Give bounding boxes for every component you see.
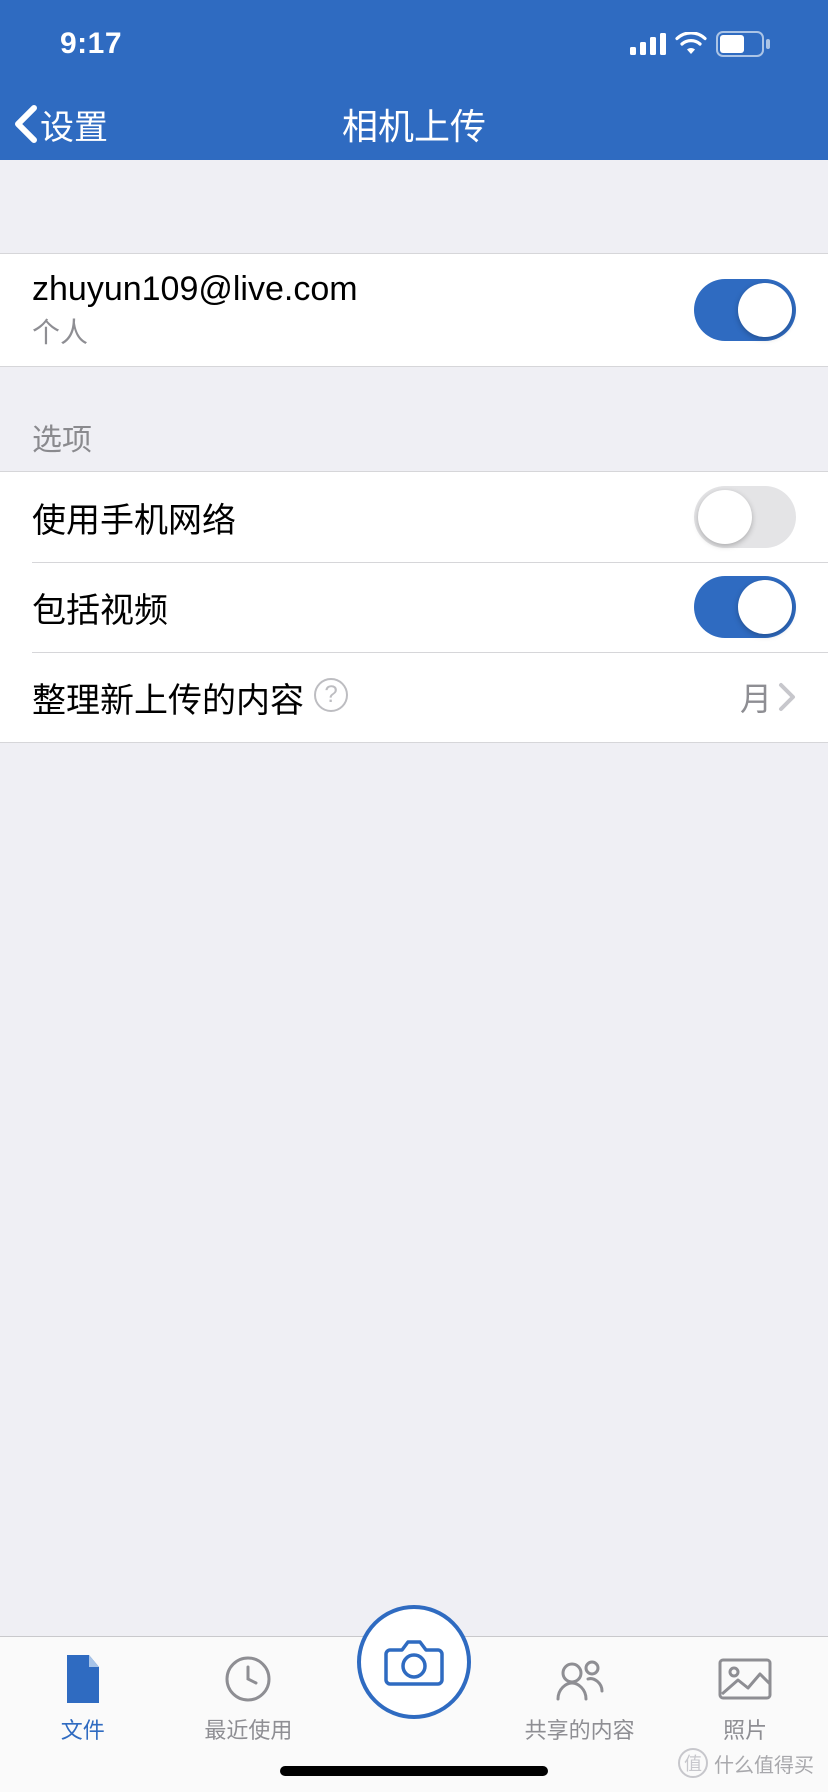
- include-video-cell[interactable]: 包括视频: [0, 562, 828, 652]
- tab-files[interactable]: 文件: [0, 1637, 166, 1745]
- account-section: zhuyun109@live.com 个人: [0, 253, 828, 367]
- status-bar: 9:17: [0, 0, 828, 88]
- tab-recent[interactable]: 最近使用: [166, 1637, 332, 1745]
- nav-bar: 设置 相机上传: [0, 88, 828, 160]
- camera-button[interactable]: [357, 1605, 471, 1719]
- cellular-icon: [630, 33, 666, 55]
- wifi-icon: [674, 32, 708, 56]
- cellular-toggle[interactable]: [694, 486, 796, 548]
- chevron-right-icon: [778, 682, 796, 712]
- back-label: 设置: [40, 100, 108, 149]
- include-video-label: 包括视频: [32, 583, 694, 632]
- tab-files-label: 文件: [61, 1713, 105, 1745]
- chevron-left-icon: [12, 104, 40, 144]
- status-time: 9:17: [60, 27, 122, 61]
- account-email: zhuyun109@live.com: [32, 270, 694, 309]
- options-section: 使用手机网络 包括视频 整理新上传的内容 ? 月: [0, 471, 828, 743]
- tab-shared-label: 共享的内容: [525, 1713, 635, 1745]
- watermark-badge-icon: 值: [678, 1748, 708, 1778]
- cellular-label: 使用手机网络: [32, 493, 694, 542]
- organize-cell[interactable]: 整理新上传的内容 ? 月: [0, 652, 828, 742]
- watermark: 值 什么值得买: [678, 1748, 814, 1778]
- cellular-cell[interactable]: 使用手机网络: [0, 472, 828, 562]
- status-icons: [630, 31, 772, 57]
- account-toggle[interactable]: [694, 279, 796, 341]
- photo-icon: [718, 1658, 772, 1700]
- include-video-toggle[interactable]: [694, 576, 796, 638]
- camera-icon: [384, 1638, 444, 1686]
- battery-icon: [716, 31, 772, 57]
- people-icon: [554, 1657, 606, 1701]
- tab-recent-label: 最近使用: [204, 1713, 292, 1745]
- watermark-text: 什么值得买: [714, 1749, 814, 1778]
- tab-bar: 文件 最近使用 共享的内容: [0, 1636, 828, 1792]
- organize-value: 月: [740, 674, 772, 720]
- content: zhuyun109@live.com 个人 选项 使用手机网络 包括视频: [0, 160, 828, 1636]
- file-icon: [63, 1655, 103, 1703]
- home-indicator[interactable]: [280, 1766, 548, 1776]
- account-cell[interactable]: zhuyun109@live.com 个人: [0, 254, 828, 366]
- account-type: 个人: [32, 311, 694, 351]
- organize-label: 整理新上传的内容: [32, 673, 304, 722]
- tab-photos[interactable]: 照片: [662, 1637, 828, 1745]
- page-title: 相机上传: [342, 98, 486, 150]
- help-icon[interactable]: ?: [314, 678, 348, 712]
- tab-photos-label: 照片: [723, 1713, 767, 1745]
- options-header: 选项: [0, 367, 828, 471]
- back-button[interactable]: 设置: [12, 100, 108, 149]
- clock-icon: [224, 1655, 272, 1703]
- tab-shared[interactable]: 共享的内容: [497, 1637, 663, 1745]
